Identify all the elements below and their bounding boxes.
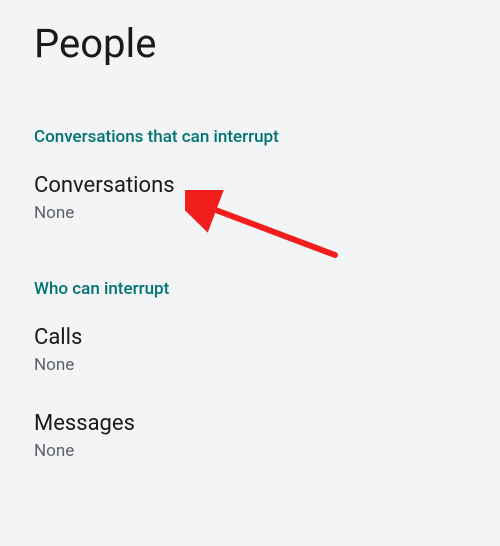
calls-item[interactable]: Calls None (0, 307, 500, 393)
conversations-title: Conversations (34, 173, 466, 198)
messages-item[interactable]: Messages None (0, 393, 500, 479)
messages-title: Messages (34, 411, 466, 436)
calls-value: None (34, 355, 466, 375)
page-title: People (0, 0, 500, 77)
conversations-value: None (34, 203, 466, 223)
conversations-item[interactable]: Conversations None (0, 155, 500, 241)
section-header-conversations-interrupt: Conversations that can interrupt (0, 77, 500, 155)
section-header-who-can-interrupt: Who can interrupt (0, 241, 500, 307)
messages-value: None (34, 441, 466, 461)
calls-title: Calls (34, 325, 466, 350)
